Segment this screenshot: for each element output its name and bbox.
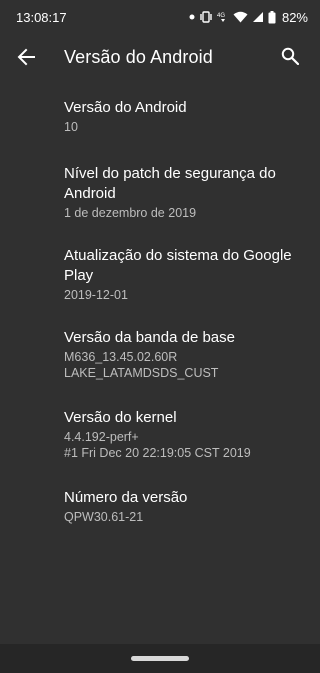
status-bar: 13:08:17 4G 82% — [0, 0, 320, 34]
search-icon — [281, 47, 300, 70]
item-baseband-version[interactable]: Versão da banda de base M636_13.45.02.60… — [0, 324, 320, 404]
item-summary: 10 — [64, 120, 78, 134]
item-title: Versão do kernel — [64, 409, 177, 426]
settings-screen: 13:08:17 4G 82% Versão do Android Versão… — [0, 0, 320, 673]
item-title: Nível do patch de segurança do Android — [64, 165, 276, 202]
back-button[interactable] — [2, 35, 50, 83]
lte-signal-icon: 4G — [217, 11, 229, 24]
item-title: Atualização do sistema do Google Play — [64, 247, 292, 284]
item-title: Número da versão — [64, 489, 188, 506]
cell-signal-icon — [252, 11, 264, 23]
status-time: 13:08:17 — [16, 9, 67, 25]
item-title: Versão da banda de base — [64, 329, 235, 346]
status-icons: 4G 82% — [189, 10, 308, 25]
item-build-number[interactable]: Número da versão QPW30.61-21 — [0, 484, 320, 544]
item-summary: M636_13.45.02.60R LAKE_LATAMDSDS_CUST — [64, 350, 219, 380]
battery-percentage: 82% — [281, 9, 308, 25]
toolbar: Versão do Android — [0, 34, 320, 84]
item-title: Versão do Android — [64, 99, 187, 116]
item-google-play-update[interactable]: Atualização do sistema do Google Play 20… — [0, 242, 320, 324]
page-title: Versão do Android — [64, 47, 213, 67]
item-summary: 1 de dezembro de 2019 — [64, 206, 197, 220]
item-android-version[interactable]: Versão do Android 10 — [0, 94, 320, 160]
item-summary: 2019-12-01 — [64, 288, 128, 302]
home-gesture-handle[interactable] — [131, 656, 189, 661]
notification-dot-icon — [189, 14, 195, 20]
navigation-bar — [0, 644, 320, 673]
wifi-icon — [233, 11, 248, 23]
item-summary: QPW30.61-21 — [64, 510, 144, 524]
item-kernel-version[interactable]: Versão do kernel 4.4.192-perf+ #1 Fri De… — [0, 404, 320, 484]
settings-list: Versão do Android 10 Nível do patch de s… — [0, 94, 320, 544]
vibrate-icon — [199, 11, 213, 23]
search-button[interactable] — [268, 36, 312, 80]
arrow-back-icon — [17, 48, 35, 71]
battery-icon — [268, 10, 276, 24]
network-label: 4G — [217, 13, 225, 19]
item-summary: 4.4.192-perf+ #1 Fri Dec 20 22:19:05 CST… — [64, 430, 251, 460]
item-security-patch[interactable]: Nível do patch de segurança do Android 1… — [0, 160, 320, 242]
